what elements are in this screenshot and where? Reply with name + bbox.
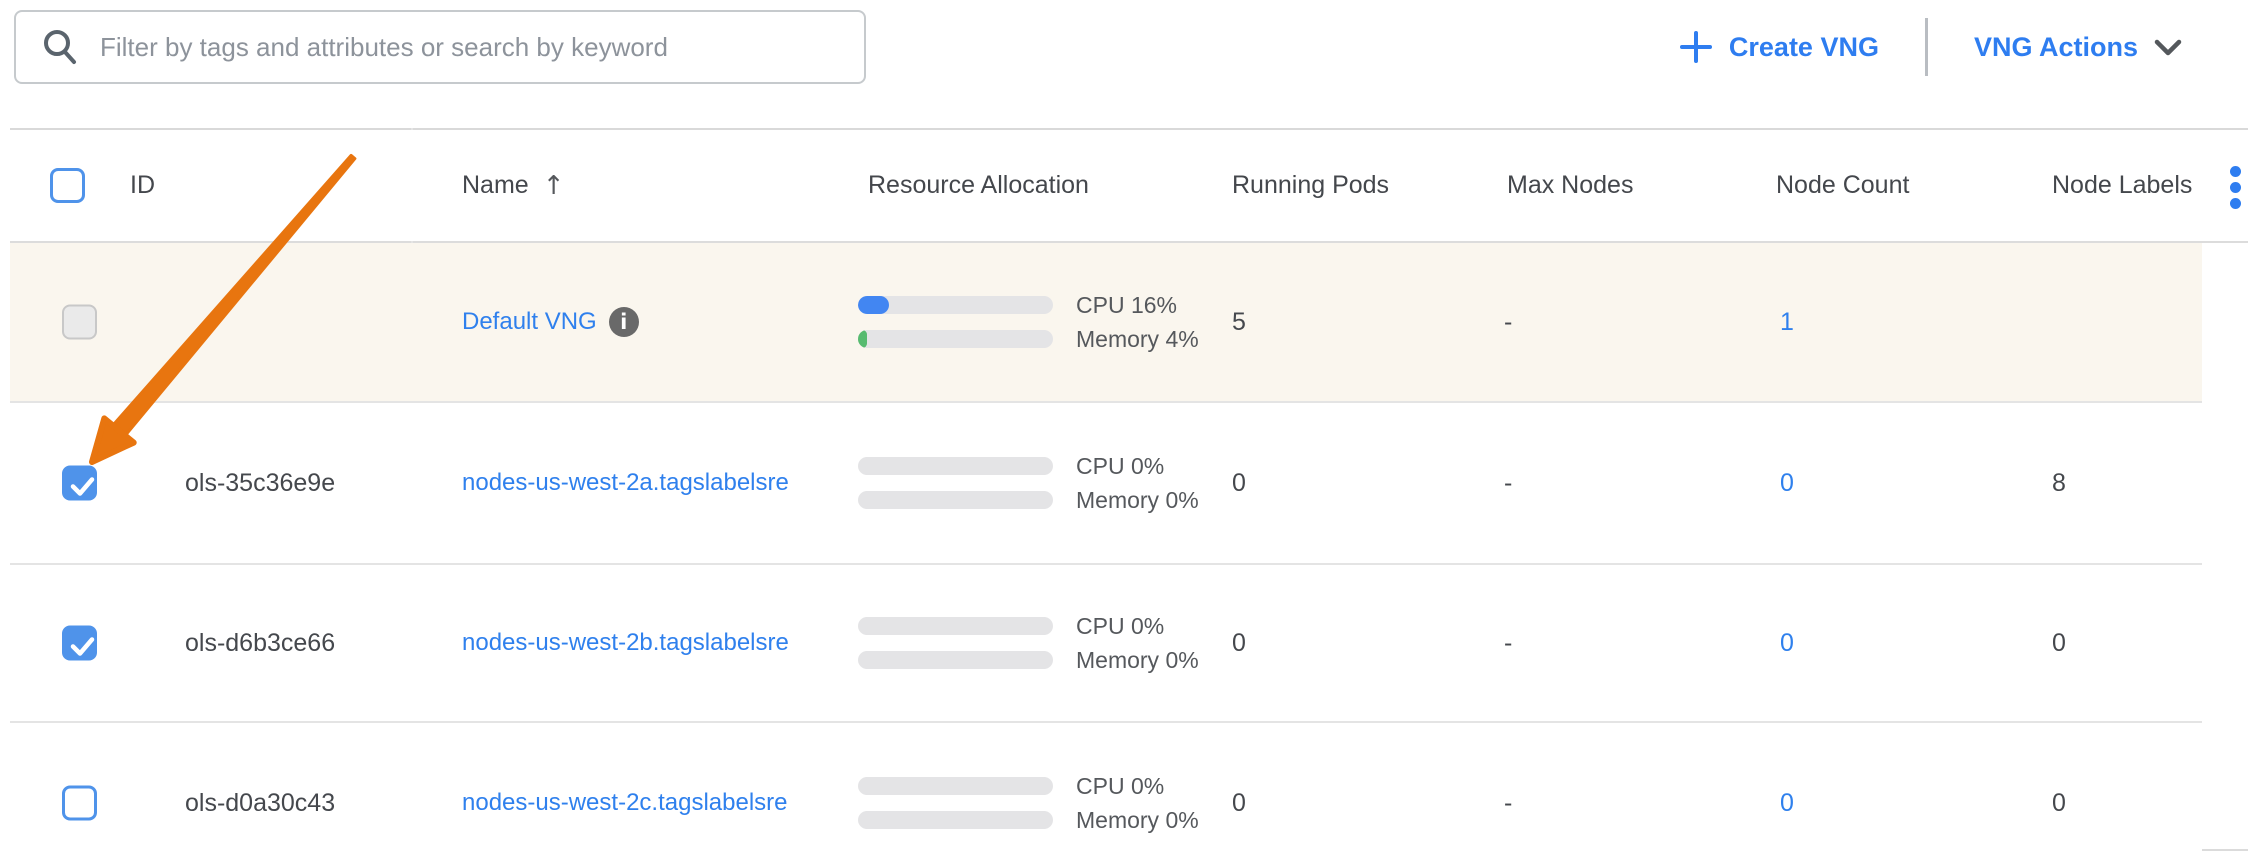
memory-usage-label: Memory 0% [1076,803,1199,837]
max-nodes-value: - [1504,403,1512,563]
memory-usage-bar [858,651,1053,669]
memory-usage-bar [858,811,1053,829]
column-header-resource-allocation: Resource Allocation [868,130,1089,241]
vng-name-link[interactable]: Default VNG [462,308,597,336]
running-pods-value: 0 [1232,723,1246,854]
column-header-id: ID [130,130,155,241]
top-actions: Create VNG VNG Actions [1673,10,2258,84]
table-row: ols-d6b3ce66 nodes-us-west-2b.tagslabels… [10,565,2202,723]
vng-name-link[interactable]: nodes-us-west-2a.tagslabelsre [462,469,789,497]
chevron-down-icon [2154,39,2182,56]
vng-name-link[interactable]: nodes-us-west-2b.tagslabelsre [462,629,789,657]
table-row: Default VNG i CPU 16% Memory 4% 5 - 1 [10,243,2202,403]
cpu-usage-label: CPU 16% [1076,288,1177,322]
node-count-cell: 0 [1780,565,1794,721]
select-all-checkbox[interactable] [50,168,85,203]
cpu-usage-bar [858,296,1053,314]
vng-name-cell: nodes-us-west-2c.tagslabelsre i [462,723,788,854]
memory-usage-bar [858,330,1053,348]
memory-usage-label: Memory 0% [1076,643,1199,677]
node-count-link[interactable]: 1 [1780,308,1794,337]
cpu-usage-bar [858,777,1053,795]
column-settings-kebab-icon[interactable] [2230,166,2241,209]
create-vng-label: Create VNG [1729,32,1879,63]
vng-id: ols-35c36e9e [185,403,335,563]
toolbar-divider [1925,18,1928,76]
node-count-cell: 0 [1780,723,1794,854]
cpu-usage-bar [858,617,1053,635]
node-count-link[interactable]: 0 [1780,469,1794,498]
running-pods-value: 5 [1232,243,1246,401]
row-checkbox [62,305,97,340]
row-checkbox[interactable] [62,786,97,821]
node-count-link[interactable]: 0 [1780,629,1794,658]
running-pods-value: 0 [1232,403,1246,563]
max-nodes-value: - [1504,723,1512,854]
vng-name-cell: nodes-us-west-2a.tagslabelsre i [462,403,789,563]
table-row: ols-d0a30c43 nodes-us-west-2c.tagslabels… [10,723,2202,854]
vng-id: ols-d6b3ce66 [185,565,335,721]
vng-list-screen: Create VNG VNG Actions ID Name ↑ Resourc… [0,0,2258,854]
info-icon[interactable]: i [609,307,639,337]
table-header: ID Name ↑ Resource Allocation Running Po… [10,130,2202,241]
cpu-usage-bar [858,457,1053,475]
vng-name-cell: Default VNG i [462,243,639,401]
row-checkbox[interactable] [62,626,97,661]
vng-actions-label: VNG Actions [1974,32,2138,63]
vng-id: ols-d0a30c43 [185,723,335,854]
cpu-usage-label: CPU 0% [1076,769,1164,803]
max-nodes-value: - [1504,243,1512,401]
node-count-link[interactable]: 0 [1780,789,1794,818]
plus-icon [1679,30,1713,64]
max-nodes-value: - [1504,565,1512,721]
column-header-running-pods: Running Pods [1232,130,1389,241]
vng-name-link[interactable]: nodes-us-west-2c.tagslabelsre [462,789,788,817]
table-row: ols-35c36e9e nodes-us-west-2a.tagslabels… [10,403,2202,565]
vng-name-cell: nodes-us-west-2b.tagslabelsre i [462,565,789,721]
node-count-cell: 1 [1780,243,1794,401]
node-labels-value: 0 [2052,723,2066,854]
cpu-usage-label: CPU 0% [1076,609,1164,643]
column-header-name[interactable]: Name ↑ [462,130,564,241]
sort-ascending-icon: ↑ [543,171,565,201]
node-labels-value: 8 [2052,403,2066,563]
row-checkbox[interactable] [62,466,97,501]
create-vng-button[interactable]: Create VNG [1673,29,1885,65]
node-count-cell: 0 [1780,403,1794,563]
column-header-max-nodes: Max Nodes [1507,130,1633,241]
column-header-node-count: Node Count [1776,130,1909,241]
vng-actions-button[interactable]: VNG Actions [1968,31,2188,64]
search-icon [40,27,80,67]
memory-usage-label: Memory 0% [1076,483,1199,517]
memory-usage-label: Memory 4% [1076,322,1199,356]
memory-usage-bar [858,491,1053,509]
filter-search-box [14,10,866,84]
cpu-usage-label: CPU 0% [1076,449,1164,483]
column-header-node-labels: Node Labels [2052,130,2192,241]
search-input[interactable] [98,31,848,64]
running-pods-value: 0 [1232,565,1246,721]
node-labels-value: 0 [2052,565,2066,721]
